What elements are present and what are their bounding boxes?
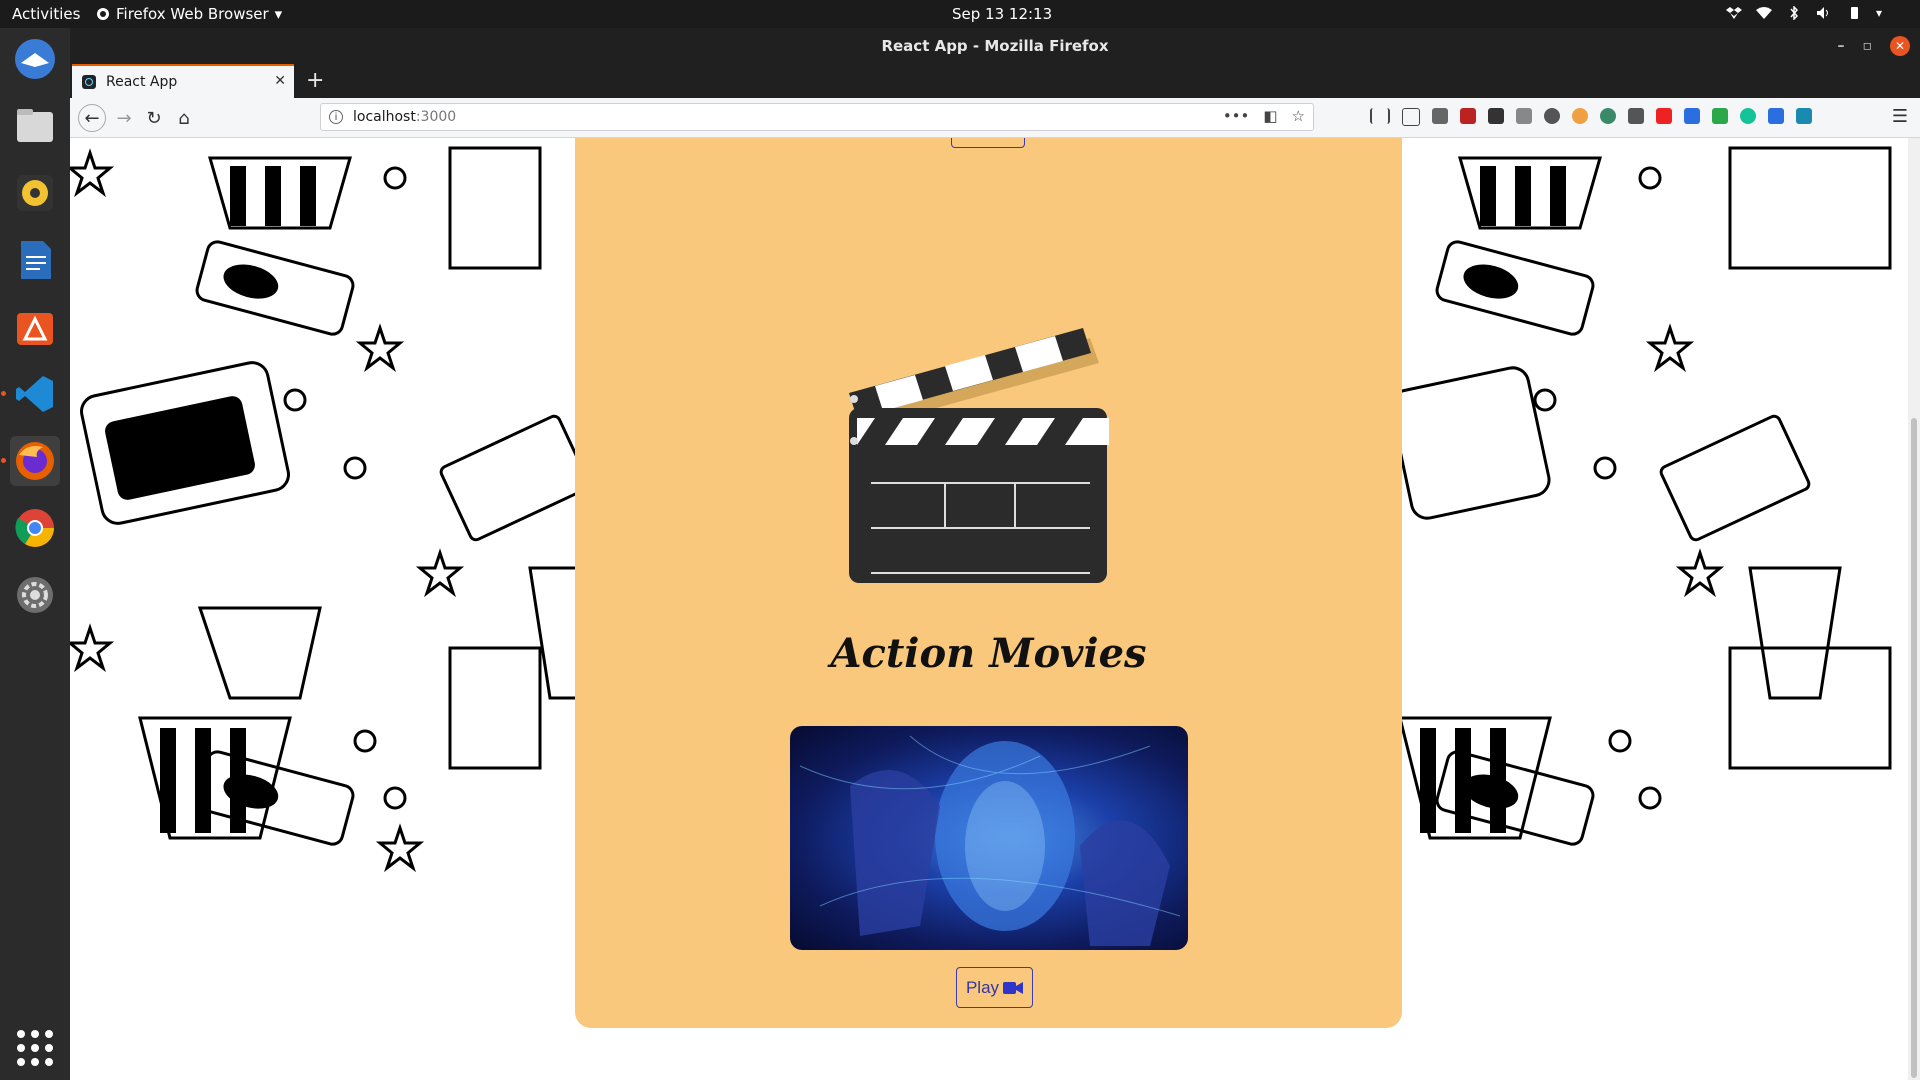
running-indicator	[1, 391, 6, 396]
site-info-icon[interactable]: i	[329, 110, 343, 124]
home-icon[interactable]: ⌂	[172, 106, 196, 130]
ublock-icon[interactable]	[1460, 108, 1476, 124]
maximize-icon[interactable]: ▫	[1863, 38, 1873, 54]
sidebar-icon[interactable]	[1402, 108, 1420, 126]
wifi-icon	[1756, 6, 1772, 20]
grammarly-icon[interactable]	[1740, 108, 1756, 124]
activities-button[interactable]: Activities	[12, 5, 80, 23]
account-icon[interactable]	[1544, 108, 1560, 124]
face-artwork-image	[799, 735, 1181, 946]
running-indicator	[1, 458, 6, 463]
chrome-icon	[15, 509, 54, 547]
system-top-bar: Activities Firefox Web Browser ▾ Sep 13 …	[0, 0, 1920, 28]
app-menu[interactable]: Firefox Web Browser ▾	[96, 5, 282, 23]
close-tab-icon[interactable]: ✕	[274, 73, 286, 89]
system-tray[interactable]: ▾	[1726, 5, 1892, 21]
extension-icon[interactable]	[1796, 108, 1812, 124]
url-actions: ••• ◧ ☆	[1223, 107, 1305, 125]
play-button-label: Play	[965, 977, 1000, 997]
extension-icon[interactable]	[1488, 108, 1504, 124]
battery-icon	[1846, 6, 1862, 20]
forward-icon[interactable]: →	[112, 106, 136, 130]
show-applications-button[interactable]	[17, 1030, 53, 1066]
files-icon	[17, 109, 53, 142]
extension-icon[interactable]	[1628, 108, 1644, 124]
youtube-icon[interactable]	[1656, 108, 1672, 124]
software-icon	[17, 313, 53, 345]
extension-icon[interactable]	[1712, 108, 1728, 124]
bluetooth-icon	[1786, 5, 1802, 21]
firefox-icon	[16, 442, 54, 480]
files-launcher[interactable]	[10, 101, 60, 151]
thunderbird-launcher[interactable]	[10, 34, 60, 84]
settings-launcher[interactable]	[10, 570, 60, 620]
reload-icon[interactable]: ↻	[142, 106, 166, 130]
thunderbird-icon	[15, 39, 55, 79]
pocket-icon[interactable]: ◧	[1263, 107, 1277, 125]
minimize-icon[interactable]: –	[1838, 38, 1845, 54]
clapperboard-icon	[849, 328, 1109, 583]
extension-icon[interactable]	[1600, 108, 1616, 124]
bookmark-star-icon[interactable]: ☆	[1292, 107, 1305, 125]
movie-poster-image[interactable]	[790, 726, 1188, 950]
app-menu-label: Firefox Web Browser	[116, 5, 269, 23]
firefox-small-icon	[97, 8, 109, 20]
volume-icon	[1816, 6, 1832, 20]
video-camera-icon	[1003, 981, 1024, 994]
extension-icon[interactable]	[1516, 108, 1532, 124]
extension-icon[interactable]	[1684, 108, 1700, 124]
navigation-toolbar: ← → ↻ ⌂ i localhost:3000 ••• ◧ ☆ ☰	[70, 98, 1920, 138]
extension-icon[interactable]	[1572, 108, 1588, 124]
chevron-down-icon: ▾	[274, 5, 283, 23]
window-titlebar: React App - Mozilla Firefox – ▫ ✕	[70, 28, 1920, 64]
scrollbar-thumb[interactable]	[1911, 418, 1917, 1078]
chrome-launcher[interactable]	[10, 503, 60, 553]
page-viewport: Action Movies Play	[70, 138, 1920, 1080]
url-text[interactable]: localhost:3000	[353, 109, 456, 125]
section-title: Action Movies	[830, 630, 1147, 677]
tab-bar: React App ✕ +	[70, 64, 1920, 98]
vscode-icon	[16, 376, 53, 412]
tab-react-app[interactable]: React App ✕	[72, 64, 294, 98]
play-button[interactable]: Play	[956, 967, 1033, 1008]
writer-launcher[interactable]	[10, 235, 60, 285]
extensions-toolbar	[1370, 108, 1812, 126]
settings-icon	[17, 577, 53, 613]
writer-icon	[21, 241, 51, 279]
play-button-partial[interactable]	[951, 138, 1025, 148]
rhythmbox-launcher[interactable]	[10, 168, 60, 218]
window-controls: – ▫ ✕	[1838, 36, 1910, 56]
ubuntu-dock	[0, 28, 70, 1080]
url-bar[interactable]: i localhost:3000 ••• ◧ ☆	[320, 103, 1314, 131]
tab-title: React App	[106, 74, 178, 90]
url-host: localhost	[353, 109, 416, 125]
system-menu-chevron-icon: ▾	[1876, 6, 1883, 20]
vscode-launcher[interactable]	[1, 369, 60, 419]
new-tab-icon[interactable]: +	[306, 68, 324, 93]
page-scrollbar[interactable]	[1908, 138, 1920, 1080]
hamburger-menu-icon[interactable]: ☰	[1892, 106, 1908, 127]
page-actions-icon[interactable]: •••	[1223, 107, 1250, 125]
movie-category-card: Action Movies Play	[575, 596, 1402, 1028]
url-port: :3000	[415, 109, 457, 125]
dropbox-icon	[1726, 6, 1742, 20]
extension-icon[interactable]	[1768, 108, 1784, 124]
software-launcher[interactable]	[10, 302, 60, 352]
library-icon[interactable]	[1370, 108, 1390, 124]
extension-icon[interactable]	[1432, 108, 1448, 124]
window-title: React App - Mozilla Firefox	[881, 37, 1109, 55]
close-window-icon[interactable]: ✕	[1890, 36, 1910, 56]
firefox-launcher[interactable]	[1, 436, 60, 486]
react-favicon-icon	[82, 75, 96, 89]
back-icon[interactable]: ←	[78, 104, 106, 132]
clock[interactable]: Sep 13 12:13	[952, 5, 1052, 23]
rhythmbox-icon	[17, 175, 53, 211]
